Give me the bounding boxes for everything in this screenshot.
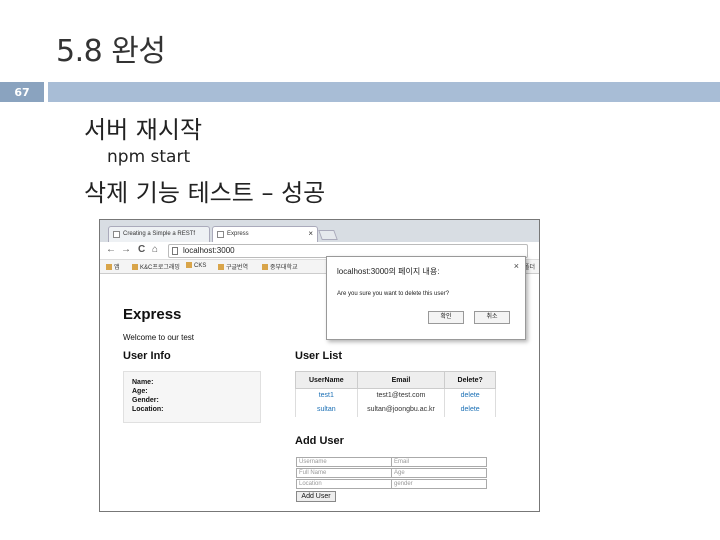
delete-link[interactable]: delete	[444, 388, 496, 403]
close-icon[interactable]: ×	[308, 229, 313, 238]
bookmark-item[interactable]: 구글번역	[218, 262, 248, 271]
add-user-button[interactable]: Add User	[296, 491, 336, 502]
tab-label: Express	[227, 231, 249, 237]
close-icon[interactable]: ×	[514, 261, 519, 271]
column-header: Delete?	[444, 371, 496, 389]
sub-bullet-text: npm start	[107, 147, 191, 167]
page-icon	[113, 231, 120, 238]
email-input[interactable]: Email	[391, 457, 487, 467]
slide-title: 5.8 완성	[56, 34, 166, 69]
back-arrow-icon[interactable]: ←	[106, 244, 116, 255]
table-header-row: UserName Email Delete?	[295, 371, 496, 389]
tab-express[interactable]: Express ×	[212, 226, 318, 242]
add-user-heading: Add User	[295, 435, 344, 447]
email-cell: sultan@joongbu.ac.kr	[356, 402, 446, 417]
fullname-input[interactable]: Full Name	[296, 468, 392, 478]
table-row: sultan sultan@joongbu.ac.kr delete	[295, 402, 496, 417]
location-input[interactable]: Location	[296, 479, 392, 489]
home-icon[interactable]: ⌂	[152, 244, 158, 255]
username-link[interactable]: sultan	[295, 402, 358, 417]
email-cell: test1@test.com	[356, 388, 446, 403]
username-link[interactable]: test1	[295, 388, 358, 403]
new-tab-button[interactable]	[318, 230, 338, 240]
page-icon	[217, 231, 224, 238]
title-divider-bar	[48, 82, 720, 102]
tab-strip: Creating a Simple a RESTf Express ×	[100, 220, 539, 242]
bookmark-item[interactable]: CKS	[186, 262, 206, 269]
table-row: test1 test1@test.com delete	[295, 388, 496, 403]
username-input[interactable]: Username	[296, 457, 392, 467]
folder-icon	[132, 264, 138, 270]
apps-icon	[106, 264, 112, 270]
user-info-panel: Name: Age: Gender: Location:	[123, 371, 261, 423]
browser-screenshot: Creating a Simple a RESTf Express × ← → …	[99, 219, 540, 512]
tab-restful-tutorial[interactable]: Creating a Simple a RESTf	[108, 226, 210, 242]
forward-arrow-icon[interactable]: →	[121, 244, 131, 255]
info-age-label: Age:	[132, 388, 148, 395]
folder-icon	[218, 264, 224, 270]
ok-button[interactable]: 확인	[428, 311, 464, 324]
cancel-button[interactable]: 취소	[474, 311, 510, 324]
welcome-text: Welcome to our test	[123, 333, 194, 342]
dialog-message: Are you sure you want to delete this use…	[337, 291, 450, 297]
dialog-title: localhost:3000의 페이지 내용:	[337, 267, 440, 276]
info-gender-label: Gender:	[132, 397, 159, 404]
user-info-heading: User Info	[123, 350, 171, 362]
gender-input[interactable]: gender	[391, 479, 487, 489]
delete-link[interactable]: delete	[444, 402, 496, 417]
bookmark-item[interactable]: K&C프로그래밍	[132, 262, 180, 271]
page-heading: Express	[123, 306, 182, 323]
tab-label: Creating a Simple a RESTf	[123, 231, 196, 237]
page-number: 67	[0, 82, 44, 102]
age-input[interactable]: Age	[391, 468, 487, 478]
reload-icon[interactable]: C	[138, 244, 145, 255]
user-list-table: UserName Email Delete? test1 test1@test.…	[295, 371, 496, 417]
column-header: UserName	[295, 371, 358, 389]
user-list-heading: User List	[295, 350, 343, 362]
page-icon	[172, 247, 178, 255]
column-header: Email	[356, 371, 446, 389]
bookmark-item[interactable]: 중부대학교	[262, 262, 298, 271]
info-name-label: Name:	[132, 379, 154, 386]
bookmark-item[interactable]: 앱	[106, 262, 120, 271]
folder-icon	[186, 262, 192, 268]
confirm-dialog: localhost:3000의 페이지 내용: × Are you sure y…	[326, 256, 526, 340]
info-location-label: Location:	[132, 406, 164, 413]
bullet-text: 서버 재시작	[84, 116, 203, 144]
url-text: localhost:3000	[183, 246, 235, 255]
folder-icon	[262, 264, 268, 270]
bullet-text: 삭제 기능 테스트 – 성공	[84, 179, 326, 207]
